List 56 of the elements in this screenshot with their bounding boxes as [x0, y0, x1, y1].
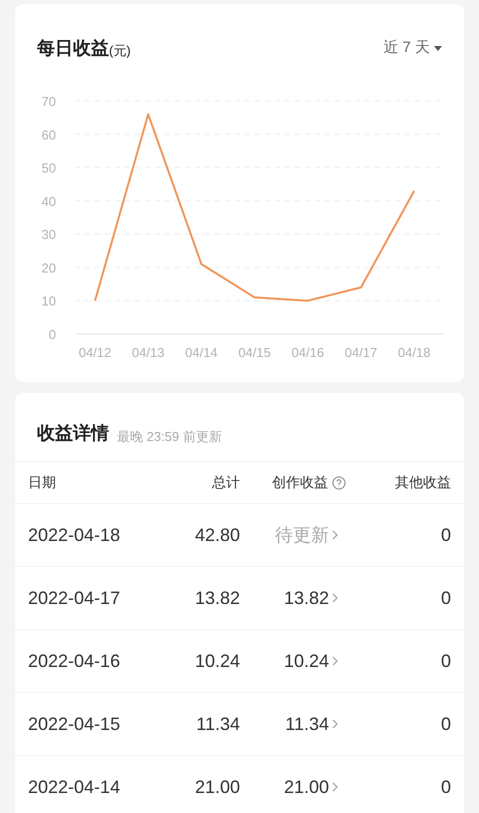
table-row[interactable]: 2022-04-16 10.24 10.24 0 [15, 630, 464, 693]
table-row[interactable]: 2022-04-15 11.34 11.34 0 [15, 693, 464, 756]
total-cell: 21.00 [194, 776, 240, 796]
range-dropdown[interactable]: 近 7 天 [383, 36, 442, 60]
creation-earnings-cell-text: 10.24 [284, 650, 329, 672]
chevron-icon [332, 593, 338, 603]
total-cell: 11.34 [196, 714, 240, 734]
y-axis-label: 0 [48, 327, 56, 342]
chevron-icon [332, 782, 338, 792]
unit-label: (元) [109, 42, 131, 60]
date-cell: 2022-04-17 [28, 588, 120, 608]
y-axis-label: 70 [42, 94, 56, 109]
other-earnings-cell: 0 [440, 524, 451, 544]
other-earnings-cell: 0 [440, 588, 451, 608]
other-earnings-cell: 0 [440, 714, 451, 734]
y-axis-label: 30 [42, 227, 56, 242]
table-row[interactable]: 2022-04-18 42.80 待更新 0 [15, 504, 464, 567]
update-note: 最晚 23:59 前更新 [117, 428, 222, 446]
chevron-icon [332, 530, 338, 540]
column-header: 创作收益 [272, 473, 328, 492]
date-cell: 2022-04-18 [28, 524, 120, 544]
x-axis-label: 04/15 [238, 345, 271, 360]
y-axis-label: 10 [42, 294, 56, 309]
creation-earnings-cell-text: 21.00 [284, 776, 329, 798]
column-header: 日期 [28, 473, 56, 492]
chevron-icon [332, 656, 338, 666]
total-cell: 13.82 [194, 588, 240, 608]
column-header: 其他收益 [395, 473, 451, 492]
x-axis-label: 04/12 [78, 345, 112, 360]
help-icon[interactable] [332, 476, 346, 490]
details-title: 收益详情 [37, 422, 109, 445]
date-cell: 2022-04-16 [28, 650, 120, 670]
chart-title: 每日收益 [37, 36, 109, 60]
chevron-icon [332, 719, 338, 729]
caret-icon [434, 46, 442, 50]
table-row[interactable]: 2022-04-17 13.82 13.82 0 [15, 567, 464, 630]
creation-earnings-cell-text: 13.82 [284, 586, 329, 610]
x-axis-label: 04/14 [185, 345, 218, 360]
y-axis-label: 20 [42, 260, 56, 276]
y-axis-label: 40 [42, 194, 56, 209]
table-row[interactable]: 2022-04-14 21.00 21.00 0 [15, 756, 464, 813]
y-axis-label: 60 [42, 127, 56, 142]
x-axis-label: 04/13 [132, 345, 164, 360]
total-cell: 10.24 [194, 650, 240, 670]
x-axis-label: 04/17 [344, 345, 378, 360]
other-earnings-cell: 0 [440, 776, 451, 796]
total-cell: 42.80 [194, 524, 240, 544]
date-cell: 2022-04-15 [28, 714, 120, 734]
x-axis-label: 04/18 [398, 345, 430, 360]
creation-earnings-cell-text: 待更新 [275, 524, 329, 546]
creation-earnings-cell-text: 11.34 [285, 712, 329, 736]
date-cell: 2022-04-14 [28, 776, 120, 796]
y-axis-label: 50 [42, 160, 56, 176]
other-earnings-cell: 0 [440, 650, 451, 670]
column-header: 总计 [212, 473, 240, 492]
x-axis-label: 04/16 [292, 345, 324, 360]
